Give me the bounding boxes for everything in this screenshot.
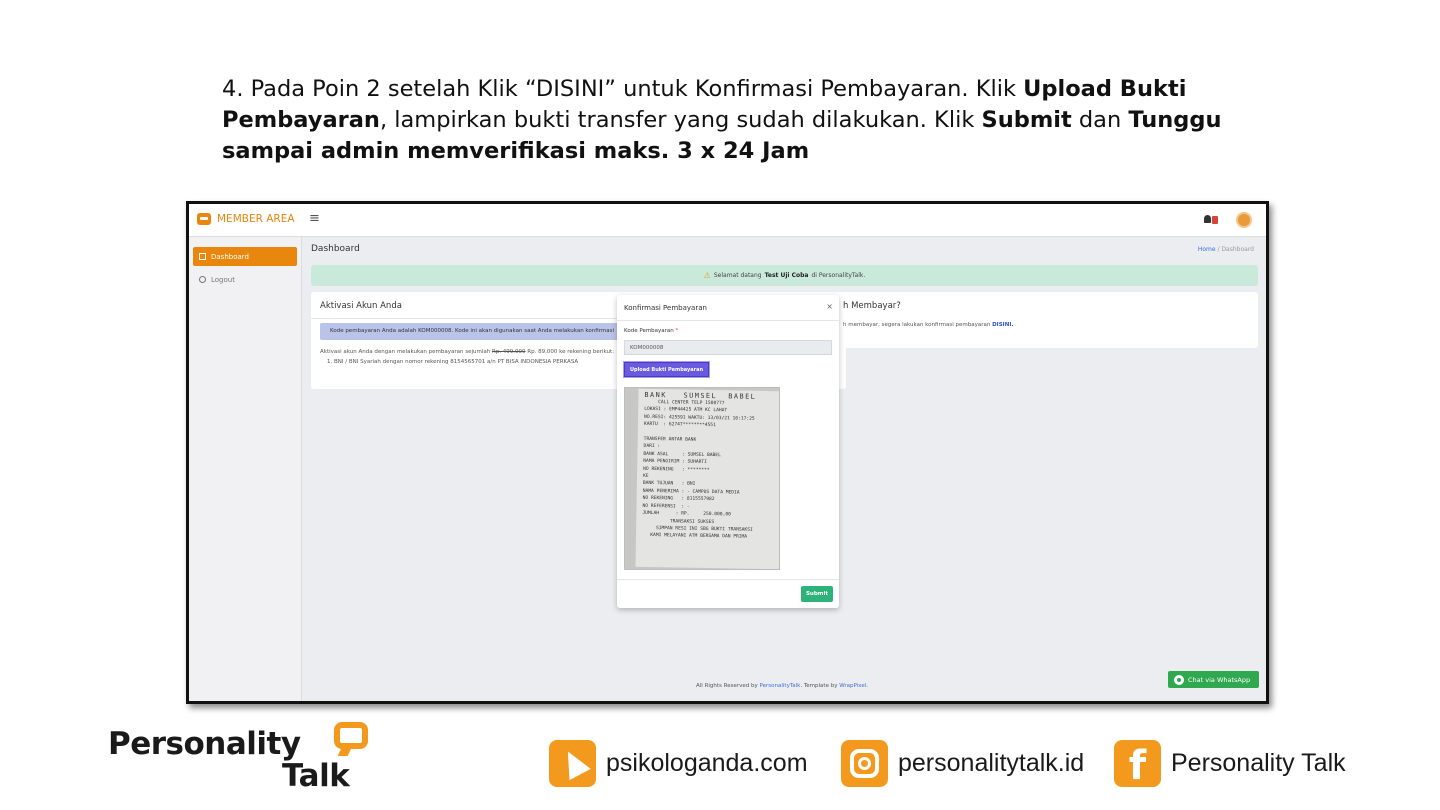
bank-account-item: 1. BNI / BNI Syariah dengan nomor rekeni…: [327, 359, 579, 365]
disini-link[interactable]: DISINI.: [992, 322, 1013, 328]
required-marker: *: [675, 328, 679, 334]
payment-code-field[interactable]: KOM000008: [624, 340, 832, 355]
breadcrumb-separator: /: [1217, 246, 1220, 253]
website-label: psikologanda.com: [606, 748, 808, 777]
instagram-icon: [841, 739, 888, 787]
whatsapp-icon: [1174, 674, 1184, 685]
sidebar: Dashboard Logout: [189, 237, 302, 701]
payment-confirmation-modal: Konfirmasi Pembayaran × Kode Pembayaran …: [617, 295, 839, 608]
breadcrumb-current: Dashboard: [1221, 246, 1254, 253]
sidebar-item-label: Logout: [211, 275, 235, 284]
app-screenshot: MEMBER AREA ≡ Dashboard Logout Dashboard…: [186, 201, 1269, 704]
cursor-icon: [549, 739, 596, 787]
power-icon: [199, 276, 206, 283]
instruction-part: dan: [1071, 107, 1129, 133]
brand-label: MEMBER AREA: [217, 213, 295, 225]
facebook-icon: f: [1114, 739, 1161, 789]
payment-question-card: h Membayar? h membayar, segera lakukan k…: [829, 292, 1258, 348]
welcome-alert: ⚠ Selamat datang Test Uji Coba di Person…: [311, 265, 1258, 286]
menu-toggle-icon[interactable]: ≡: [309, 211, 320, 226]
instruction-bold-submit: Submit: [981, 107, 1072, 133]
payment-code-label: Kode Pembayaran *: [624, 328, 678, 334]
footer-text: .: [866, 683, 869, 689]
breadcrumb-home-link[interactable]: Home: [1198, 246, 1216, 253]
instagram-link[interactable]: personalitytalk.id: [841, 738, 1084, 788]
page-title: Dashboard: [311, 244, 360, 254]
sidebar-item-label: Dashboard: [211, 252, 249, 261]
notification-badge: [1212, 216, 1218, 224]
cursor-arrow: [557, 745, 591, 780]
footer-template-link[interactable]: WrapPixel: [839, 683, 866, 689]
logo-line-1: Personality: [108, 726, 301, 762]
chat-bubble-icon: [334, 722, 368, 749]
website-link[interactable]: psikologanda.com: [549, 738, 808, 788]
activation-paragraph: Aktivasi akun Anda dengan melakukan pemb…: [320, 349, 614, 355]
avatar[interactable]: [1236, 212, 1252, 228]
instruction-text: 4. Pada Poin 2 setelah Klik “DISINI” unt…: [222, 74, 1262, 167]
bell-shape: [1204, 215, 1211, 223]
instagram-label: personalitytalk.id: [898, 748, 1085, 777]
facebook-label: Personality Talk: [1171, 748, 1346, 777]
facebook-link[interactable]: f Personality Talk: [1114, 738, 1346, 789]
alert-user-name: Test Uji Coba: [764, 272, 809, 279]
logo-line-2: Talk: [282, 758, 350, 794]
footer-brand-link[interactable]: PersonalityTalk: [760, 683, 801, 689]
instruction-part: , lampirkan bukti transfer yang sudah di…: [379, 107, 982, 133]
brand[interactable]: MEMBER AREA: [197, 213, 295, 225]
para-text: Rp. 89.000 ke rekening berikut:: [525, 349, 615, 355]
para-text: Aktivasi akun Anda dengan melakukan pemb…: [320, 349, 492, 355]
old-price: Rp. 499.000: [492, 349, 526, 355]
alert-text: di PersonalityTalk.: [811, 272, 866, 279]
transfer-receipt-image: BANK SUMSEL BABEL CALL CENTER TELP 15007…: [624, 387, 780, 570]
whatsapp-chat-button[interactable]: Chat via WhatsApp: [1168, 671, 1259, 688]
sidebar-item-logout[interactable]: Logout: [193, 270, 297, 289]
close-icon[interactable]: ×: [826, 302, 833, 311]
top-navbar: MEMBER AREA ≡: [189, 204, 1266, 237]
confirm-text: h membayar, segera lakukan konfirmasi pe…: [843, 322, 1013, 328]
modal-title: Konfirmasi Pembayaran: [624, 304, 707, 312]
upload-proof-button[interactable]: Upload Bukti Pembayaran: [624, 362, 709, 377]
label-text: Kode Pembayaran: [624, 328, 674, 334]
breadcrumb: Home / Dashboard: [1198, 246, 1254, 253]
confirm-text-part: h membayar, segera lakukan konfirmasi pe…: [843, 322, 993, 328]
alert-text: Selamat datang: [713, 272, 762, 279]
divider: [617, 579, 839, 580]
submit-button[interactable]: Submit: [801, 586, 833, 602]
instruction-part: 4. Pada Poin 2 setelah Klik “DISINI” unt…: [222, 76, 1024, 102]
receipt-text: BANK SUMSEL BABEL CALL CENTER TELP 15007…: [635, 388, 779, 569]
footer: All Rights Reserved by PersonalityTalk. …: [696, 683, 868, 689]
footer-text: . Template by: [800, 683, 840, 689]
brand-logo-icon: [197, 213, 211, 225]
dashboard-icon: [199, 253, 206, 260]
divider: [617, 320, 839, 321]
facebook-glyph: f: [1128, 742, 1147, 789]
sidebar-item-dashboard[interactable]: Dashboard: [193, 247, 297, 266]
receipt-lines: CALL CENTER TELP 1500777 LOKASI : EMP444…: [641, 399, 755, 540]
warning-icon: ⚠: [703, 271, 711, 280]
card-title: h Membayar?: [843, 301, 901, 311]
whatsapp-button-label: Chat via WhatsApp: [1188, 675, 1251, 684]
notification-bell-icon[interactable]: [1204, 213, 1220, 227]
card-title: Aktivasi Akun Anda: [320, 301, 402, 311]
instagram-lens: [858, 756, 871, 770]
footer-text: All Rights Reserved by: [696, 683, 760, 689]
personality-talk-logo: Personality Talk: [108, 722, 378, 798]
